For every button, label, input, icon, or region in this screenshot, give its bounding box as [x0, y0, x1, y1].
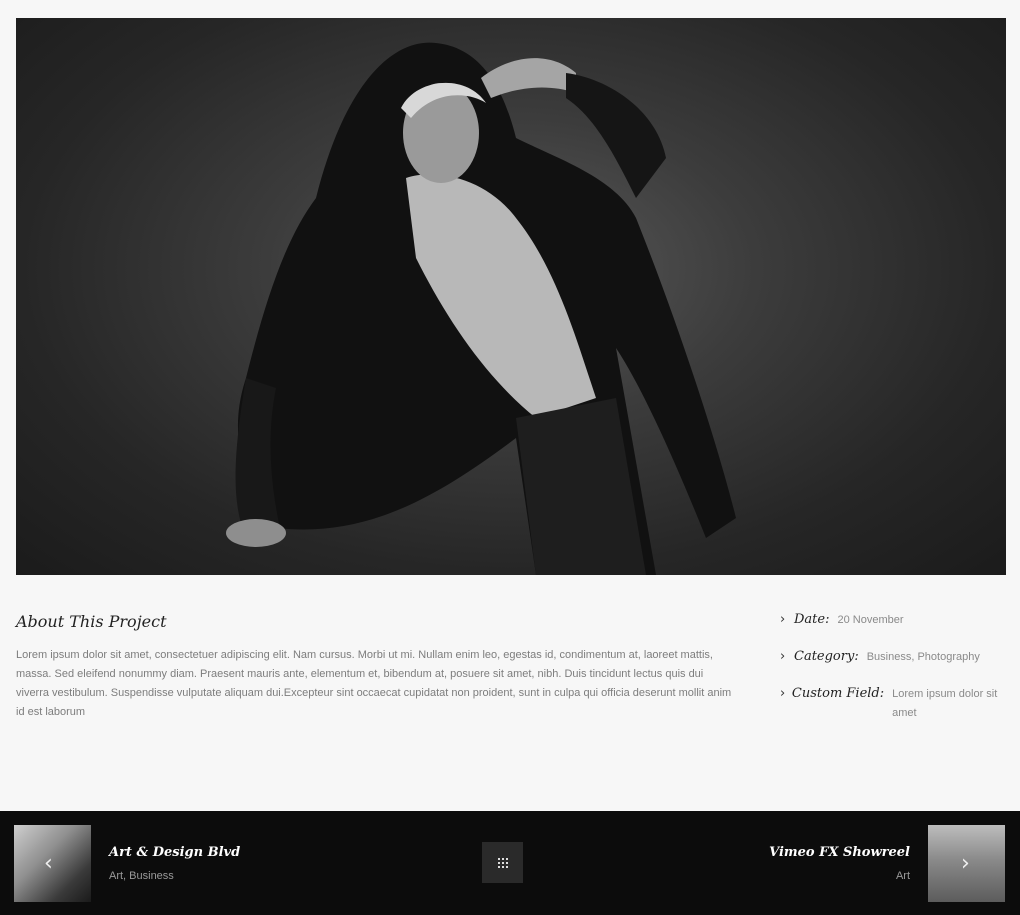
meta-date: › Date: 20 November	[780, 612, 1005, 630]
meta-custom-value: Lorem ipsum dolor sit amet	[892, 688, 998, 719]
chevron-right-icon: ›	[780, 686, 786, 701]
prev-project-categories: Art, Business	[109, 870, 174, 882]
project-meta: › Date: 20 November › Category: Business…	[780, 612, 1005, 742]
prev-project-thumbnail[interactable]: ‹	[14, 825, 91, 902]
meta-custom: › Custom Field: Lorem ipsum dolor sit am…	[780, 686, 1005, 723]
about-description: Lorem ipsum dolor sit amet, consectetuer…	[16, 649, 732, 718]
prev-project-title[interactable]: Art & Design Blvd	[109, 845, 240, 860]
project-navigation: ‹ ›	[0, 811, 1020, 915]
meta-date-label: Date:	[794, 612, 830, 627]
meta-category-label: Category:	[794, 649, 859, 664]
meta-category: › Category: Business, Photography	[780, 649, 1005, 667]
chevron-right-icon[interactable]: ›	[961, 851, 970, 876]
next-project-thumbnail[interactable]: ›	[928, 825, 1005, 902]
model-photo	[226, 42, 736, 575]
grid-icon	[497, 857, 508, 868]
all-projects-grid-button[interactable]	[482, 842, 523, 883]
project-hero-image	[16, 18, 1006, 575]
chevron-right-icon: ›	[780, 649, 786, 664]
meta-category-value: Business, Photography	[866, 651, 980, 663]
meta-date-value: 20 November	[837, 614, 904, 626]
about-title: About This Project	[16, 612, 167, 631]
meta-custom-label: Custom Field:	[791, 686, 885, 701]
chevron-left-icon[interactable]: ‹	[44, 851, 53, 876]
next-project-title[interactable]: Vimeo FX Showreel	[769, 845, 910, 860]
chevron-right-icon: ›	[780, 612, 786, 627]
next-project-categories: Art	[895, 870, 910, 882]
